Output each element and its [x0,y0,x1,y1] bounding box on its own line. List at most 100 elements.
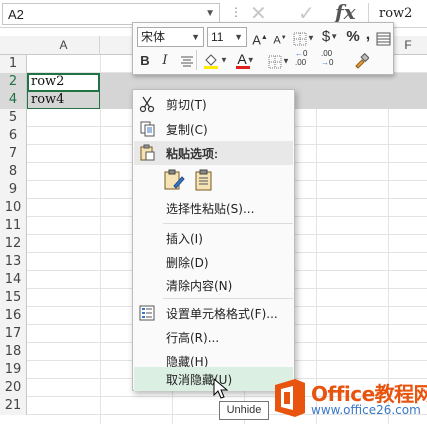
grow-font-button[interactable]: A▲ [251,28,269,48]
increase-decimal-button[interactable]: ←0.00 [295,49,317,69]
scissors-icon [139,96,155,113]
row-number[interactable]: 8 [0,163,27,181]
paste-keep-format-button[interactable] [162,168,186,192]
font-name-dropdown[interactable]: 宋体 ▼ [137,27,204,47]
format-table-button[interactable] [373,28,393,48]
row-number[interactable]: 14 [0,271,27,289]
table-format-icon [376,32,390,46]
office-logo-icon [275,379,305,417]
menu-item-row-height[interactable]: 行高(R)... [134,325,293,349]
menu-item-label: 复制(C) [166,123,208,137]
currency-label: $ [321,28,331,45]
left-arrow-icon: ← [295,49,303,58]
chevron-down-icon: ▼ [246,55,255,65]
row-number[interactable]: 13 [0,253,27,271]
menu-item-format-cells[interactable]: 设置单元格格式(F)... [134,301,293,325]
row-number[interactable]: 21 [0,397,27,415]
fill-color-button[interactable]: ▼ [201,50,229,70]
up-arrow-icon: ▲ [260,34,268,41]
grow-font-label: A [252,32,261,48]
format-cells-icon [139,305,155,321]
increase-decimal-label: .00 [295,58,307,67]
font-size-dropdown[interactable]: 11 ▼ [207,27,247,47]
menu-separator [163,223,293,224]
right-arrow-icon: → [321,58,329,67]
context-menu: 剪切(T) 复制(C) 粘贴选项: 选择性粘贴(S)... 插入(I) 删除(D… [132,89,295,391]
paste-button[interactable] [192,168,216,192]
borders-button[interactable]: ▼ [267,51,291,71]
copy-icon [140,121,155,137]
italic-button[interactable]: I [157,51,173,71]
menu-item-clear-contents[interactable]: 清除内容(N) [134,273,293,297]
row-number[interactable]: 5 [0,109,27,127]
row-number[interactable]: 19 [0,361,27,379]
font-color-label: A [237,51,247,67]
font-size-value: 11 [211,30,224,44]
format-painter-button[interactable] [351,50,371,70]
row-number[interactable]: 12 [0,235,27,253]
chevron-down-icon: ▼ [330,32,339,42]
row-number[interactable]: 20 [0,379,27,397]
bold-button[interactable]: B [137,51,153,71]
row-number[interactable]: 16 [0,307,27,325]
row-number[interactable]: 17 [0,325,27,343]
decrease-decimal-label: .00 [321,49,333,58]
chevron-down-icon: ▼ [282,56,290,66]
align-center-icon [180,56,193,67]
cell-a4[interactable]: row4 [31,92,64,107]
currency-button[interactable]: $▼ [319,27,341,47]
shrink-font-button[interactable]: A▼ [271,28,289,48]
font-name-value: 宋体 [141,30,166,44]
column-header-a[interactable]: A [28,36,100,55]
watermark: Office教程网 www.office26.com [269,372,427,424]
row-number[interactable]: 6 [0,127,27,145]
menu-item-label: 设置单元格格式(F)... [166,307,278,321]
chevron-down-icon: ▼ [307,33,315,43]
mouse-cursor-icon [213,378,229,399]
name-box-value: A2 [8,7,24,22]
row-number[interactable]: 11 [0,217,27,235]
column-label: F [404,38,412,52]
tooltip: Unhide [219,401,269,420]
menu-item-label: 选择性粘贴(S)... [166,202,255,216]
row-number[interactable]: 7 [0,145,27,163]
menu-item-insert[interactable]: 插入(I) [134,226,293,250]
font-color-button[interactable]: A▼ [233,49,259,69]
borders-icon [293,32,307,46]
row-number[interactable]: 1 [0,55,27,73]
italic-label: I [162,53,168,68]
comma-label: , [365,26,371,43]
percent-button[interactable]: % [345,27,361,47]
shrink-font-label: A [273,34,281,47]
borders-icon [268,55,282,69]
insert-function-icon[interactable]: fx [335,0,356,24]
column-label: A [59,38,68,52]
menu-item-delete[interactable]: 删除(D) [134,250,293,274]
row-number[interactable]: 4 [0,91,27,109]
borders-dropdown-button[interactable]: ▼ [292,28,316,48]
menu-item-cut[interactable]: 剪切(T) [134,92,293,116]
paste-options-header: 粘贴选项: [134,141,293,165]
align-center-button[interactable] [177,50,197,70]
menu-item-paste-special[interactable]: 选择性粘贴(S)... [134,196,293,220]
paste-icon [195,169,212,191]
chevron-down-icon: ▼ [220,55,228,65]
chevron-down-icon: ▼ [234,32,243,42]
row-number[interactable]: 15 [0,289,27,307]
row-number[interactable]: 9 [0,181,27,199]
formula-value: row2 [379,6,413,21]
chevron-down-icon[interactable]: ▼ [205,8,215,19]
fill-color-icon [204,53,219,69]
percent-label: % [346,28,360,45]
menu-item-copy[interactable]: 复制(C) [134,117,293,141]
row-number[interactable]: 2 [0,73,27,91]
row-number[interactable]: 18 [0,343,27,361]
cell-a2[interactable]: row2 [31,74,64,89]
bold-label: B [140,53,150,68]
clipboard-icon [140,144,155,161]
more-vertical-icon: ⋮ [230,5,242,19]
paste-format-icon [164,169,185,190]
decrease-decimal-button[interactable]: .00 →0 [321,49,345,69]
row-number[interactable]: 10 [0,199,27,217]
paste-options-label: 粘贴选项: [166,147,218,161]
